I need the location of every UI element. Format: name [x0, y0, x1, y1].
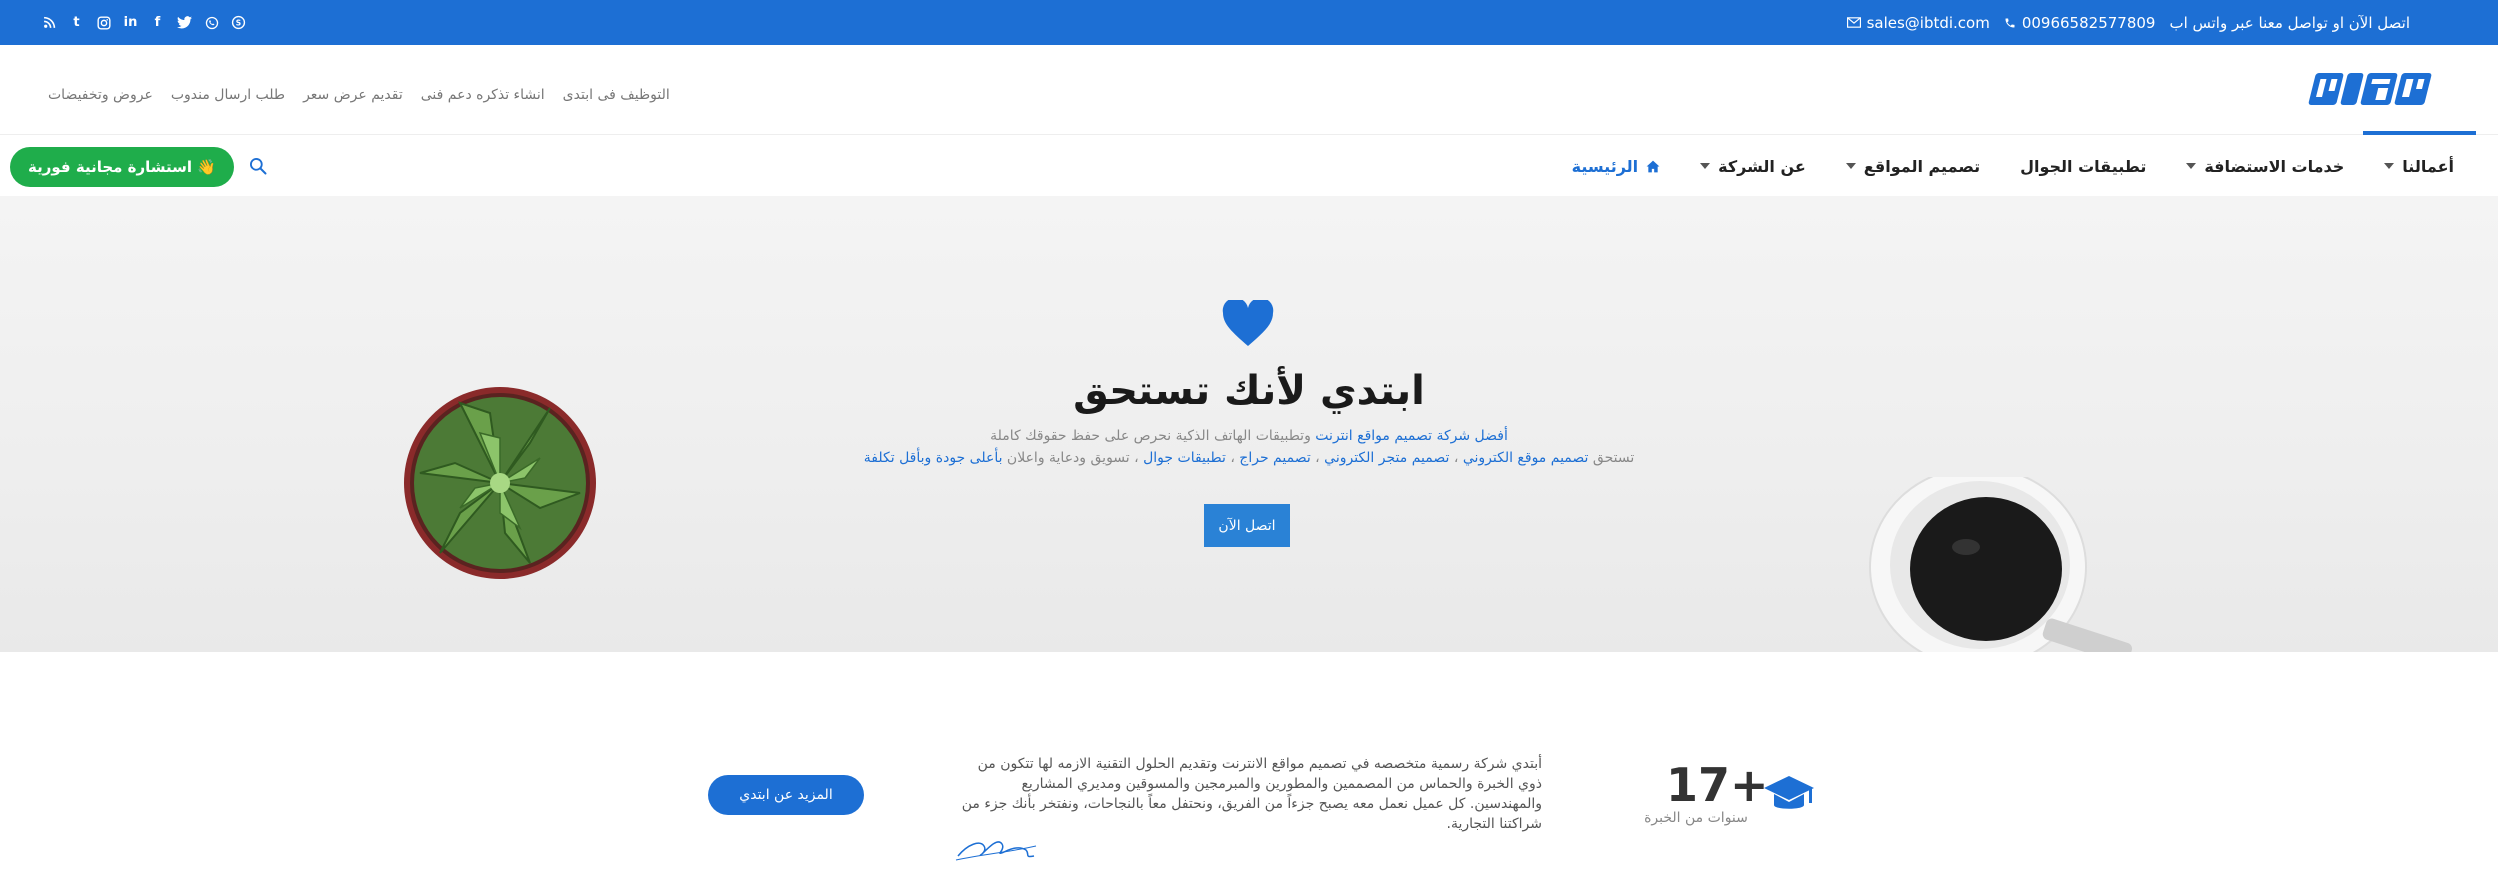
nav-item-portfolio[interactable]: أعمالنا	[2384, 157, 2454, 176]
envelope-icon	[1846, 17, 1861, 28]
phone-icon	[2005, 18, 2015, 27]
email-address: sales@ibtdi.com	[1866, 13, 1990, 32]
instagram-icon[interactable]	[96, 15, 111, 30]
phone-contact[interactable]: 00966582577809	[2004, 13, 2156, 32]
rss-icon[interactable]	[42, 15, 57, 30]
whatsapp-text: اتصل الآن او تواصل معنا عبر واتس اب	[2169, 13, 2410, 32]
twitter-icon[interactable]	[177, 15, 192, 30]
contact-info: اتصل الآن او تواصل معنا عبر واتس اب 0096…	[1846, 0, 2410, 45]
signature-image	[955, 841, 1037, 861]
header: عروض وتخفيضات طلب ارسال مندوب تقديم عرض …	[0, 45, 2498, 135]
contact-now-button[interactable]: اتصل الآن	[1204, 504, 1290, 547]
top-links: عروض وتخفيضات طلب ارسال مندوب تقديم عرض …	[48, 87, 670, 103]
nav-label-hosting: خدمات الاستضافة	[2204, 156, 2345, 176]
nav-item-mobile-apps[interactable]: تطبيقات الجوال	[2020, 157, 2146, 176]
tumblr-icon[interactable]: t	[69, 15, 84, 30]
separator: ،	[1225, 450, 1240, 466]
toplink-request-rep[interactable]: طلب ارسال مندوب	[171, 87, 285, 103]
active-underline	[2363, 131, 2476, 135]
nav-label-about: عن الشركة	[1718, 156, 1806, 176]
hero-subtitle-line1: أفضل شركة تصميم مواقع انترنت وتطبيقات ال…	[0, 428, 2498, 444]
svg-text:S: S	[236, 18, 241, 27]
toplink-quote[interactable]: تقديم عرض سعر	[303, 87, 403, 103]
nav-label-mobile-apps: تطبيقات الجوال	[2020, 156, 2147, 176]
hero-link-best-company[interactable]: أفضل شركة تصميم مواقع انترنت	[1315, 428, 1508, 444]
hero-subtitle-line2: تستحق تصميم موقع الكتروني ، تصميم متجر ا…	[0, 450, 2498, 466]
toplink-careers[interactable]: التوظيف فى ابتدى	[563, 87, 670, 103]
hero-link-quality[interactable]: بأعلى جودة وبأقل تكلفة	[864, 450, 1003, 466]
hero-link-website[interactable]: تصميم موقع الكتروني	[1463, 450, 1589, 466]
chevron-down-icon	[1700, 163, 1711, 169]
search-icon[interactable]	[248, 156, 268, 176]
about-paragraph: أبتدي شركة رسمية متخصصه في تصميم مواقع ا…	[961, 756, 1542, 832]
graduation-cap-icon	[1764, 776, 1814, 809]
separator: ،	[1310, 450, 1325, 466]
coffee-cup-image	[1869, 477, 2133, 652]
nav-item-home[interactable]: الرئيسية	[1572, 157, 1661, 176]
email-contact[interactable]: sales@ibtdi.com	[1846, 13, 1990, 32]
main-nav: الرئيسية عن الشركة تصميم المواقع تطبيقات…	[0, 136, 2498, 196]
more-about-button[interactable]: المزيد عن ابتدي	[708, 775, 864, 815]
chevron-down-icon	[1845, 163, 1856, 169]
nav-menu: الرئيسية عن الشركة تصميم المواقع تطبيقات…	[1572, 136, 2454, 196]
whatsapp-contact[interactable]: اتصل الآن او تواصل معنا عبر واتس اب	[2169, 14, 2410, 32]
social-links: t in f S	[42, 0, 246, 45]
toplink-offers[interactable]: عروض وتخفيضات	[48, 87, 153, 103]
facebook-icon[interactable]: f	[150, 15, 165, 30]
hero-section	[0, 196, 2498, 652]
nav-item-web-design[interactable]: تصميم المواقع	[1845, 156, 1981, 176]
chevron-down-icon	[2186, 163, 2197, 169]
hero-link-haraj[interactable]: تصميم حراج	[1239, 450, 1310, 466]
hero-sub1-text: وتطبيقات الهاتف الذكية نحرص على حفظ حقوق…	[990, 428, 1316, 444]
nav-label-web-design: تصميم المواقع	[1863, 156, 1981, 176]
hero-link-apps[interactable]: تطبيقات جوال	[1143, 450, 1226, 466]
skype-icon[interactable]: S	[231, 15, 246, 30]
separator: ،	[1449, 450, 1463, 466]
chevron-down-icon	[2384, 163, 2395, 169]
hero-sub2-text: تستحق	[1588, 450, 1635, 466]
top-bar: اتصل الآن او تواصل معنا عبر واتس اب 0096…	[0, 0, 2498, 45]
hero-link-store[interactable]: تصميم متجر الكتروني	[1324, 450, 1449, 466]
nav-label-home: الرئيسية	[1571, 156, 1639, 176]
hero-sub2-text: ، تسويق ودعاية واعلان	[1002, 450, 1144, 466]
hero-title: ابتدي لأنك تستحق	[1073, 368, 1425, 414]
linkedin-icon[interactable]: in	[123, 15, 138, 30]
ibtdi-logo[interactable]	[2304, 65, 2444, 115]
nav-item-hosting[interactable]: خدمات الاستضافة	[2186, 157, 2344, 176]
whatsapp-icon[interactable]	[204, 15, 219, 30]
toplink-support-ticket[interactable]: انشاء تذكره دعم فنى	[421, 87, 545, 103]
nav-label-portfolio: أعمالنا	[2402, 156, 2454, 176]
home-icon	[1646, 160, 1660, 172]
heart-icon	[1222, 300, 1274, 346]
years-count: 17+	[1666, 758, 1769, 812]
nav-item-about[interactable]: عن الشركة	[1700, 157, 1806, 176]
phone-number: 00966582577809	[2021, 13, 2156, 32]
years-label: سنوات من الخبرة	[1644, 810, 1748, 826]
free-consultation-button[interactable]: استشارة مجانية فورية 👋	[10, 147, 234, 187]
